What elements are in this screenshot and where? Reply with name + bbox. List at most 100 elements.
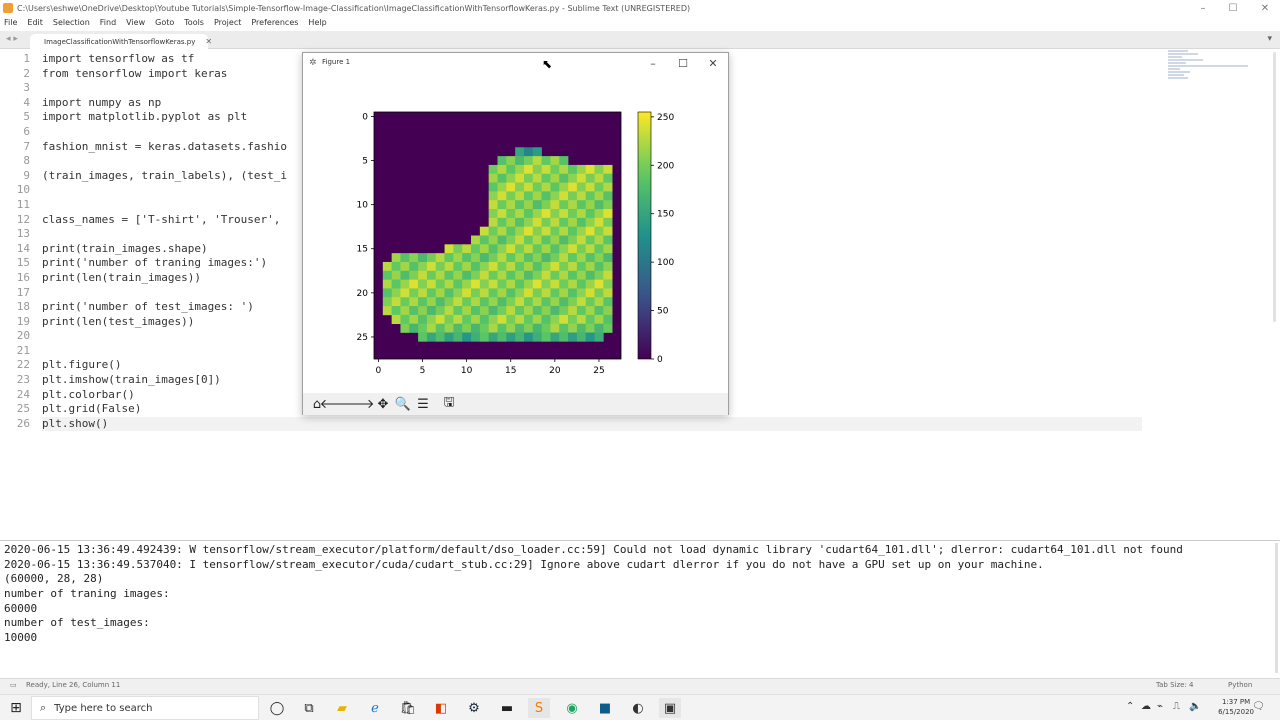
close-button[interactable]: ✕ [1250,0,1280,16]
heatmap-cell [568,217,578,227]
windows-start-icon[interactable]: ⊞ [6,700,26,716]
heatmap-cell [594,314,604,325]
notifications-icon[interactable]: 🗨 [1252,701,1265,712]
figure-titlebar[interactable]: ✲ Figure 1 – ☐ ✕ [303,53,728,73]
heatmap-plot[interactable]: 0 5 10 15 20 250510152025050100150200250 [303,73,728,393]
heatmap-cell [559,235,569,245]
heatmap-cell [550,217,560,227]
console-scrollbar[interactable] [1275,543,1278,673]
line-number: 18 [16,300,30,314]
tab-dropdown-icon[interactable]: ▾ [1267,34,1272,44]
minimize-button[interactable]: – [1188,0,1218,16]
heatmap-cell [497,253,507,263]
pan-icon[interactable]: ✥ [373,394,393,414]
status-tab-size[interactable]: Tab Size: 4 [1156,681,1193,689]
menu-tools[interactable]: Tools [184,18,204,27]
volume-icon[interactable]: 🔈 [1189,701,1201,712]
menu-project[interactable]: Project [214,18,241,27]
edge-browser-icon[interactable]: ℯ [364,698,386,718]
menu-preferences[interactable]: Preferences [251,18,298,27]
heatmap-cell [479,244,489,254]
x-tick-label: 0 [376,366,382,376]
heatmap-cell [506,200,516,210]
figure-minimize-button[interactable]: – [638,54,668,72]
menu-view[interactable]: View [126,18,145,27]
heatmap-cell [488,191,498,201]
tab-nav-arrows-icon[interactable]: ◂ ▸ [6,34,18,44]
heatmap-cell [559,200,569,210]
heatmap-cell [541,270,551,280]
tab-close-icon[interactable]: ✕ [205,37,212,46]
chrome-icon[interactable]: ◉ [561,698,583,718]
heatmap-cell [471,270,481,280]
onedrive-icon[interactable]: ☁ [1141,701,1151,712]
heatmap-cell [497,279,507,289]
line-number: 1 [23,52,30,65]
code-line[interactable]: plt.show() [42,416,1142,432]
heatmap-cell [400,306,410,316]
maximize-button[interactable]: ☐ [1218,0,1248,16]
heatmap-cell [479,288,489,298]
menu-selection[interactable]: Selection [53,18,90,27]
menu-edit[interactable]: Edit [27,18,43,27]
console-line: number of test_images: [4,616,150,630]
status-panel-icon[interactable]: ▭ [10,681,17,689]
heatmap-cell [585,332,595,342]
heatmap-cell [400,279,410,289]
heatmap-cell [550,288,560,298]
store-icon[interactable]: 🛍 [397,698,419,718]
save-icon[interactable]: 🖫 [439,394,459,414]
console-line: (60000, 28, 28) [4,572,104,586]
zoom-icon[interactable]: 🔍 [393,394,413,414]
window-title: C:\Users\eshwe\OneDrive\Desktop\Youtube … [17,3,691,13]
heatmap-cell [541,253,551,263]
system-clock[interactable]: 1:37 PM 6/15/2020 [1218,697,1254,717]
heatmap-cell [532,226,542,236]
sublime-text-taskbar-icon[interactable]: S [528,698,550,718]
file-explorer-icon[interactable]: ▰ [331,698,353,718]
heatmap-cell [603,173,613,183]
heatmap-cell [568,261,578,272]
figure-maximize-button[interactable]: ☐ [668,54,698,72]
python-figure-taskbar-icon[interactable]: ▣ [659,698,681,718]
build-output-console[interactable]: 2020-06-15 13:36:49.492439: W tensorflow… [0,540,1280,676]
taskbar-search-box[interactable]: ⌕ Type here to search [31,696,259,720]
menu-find[interactable]: Find [100,18,116,27]
menu-file[interactable]: File [4,18,17,27]
matplotlib-figure-window[interactable]: ✲ Figure 1 – ☐ ✕ 0 5 10 15 20 25 0 5 10 15 20 25 0 50… [302,52,729,415]
line-number: 9 [23,168,30,182]
office-icon[interactable]: ◧ [430,698,452,718]
heatmap-cell [462,288,472,298]
file-tab[interactable]: ImageClassificationWithTensorflowKeras.p… [30,34,212,49]
line-number: 7 [23,139,30,153]
menu-goto[interactable]: Goto [155,18,174,27]
minimap[interactable] [1168,50,1268,100]
menu-help[interactable]: Help [308,18,326,27]
figure-close-button[interactable]: ✕ [698,54,728,72]
heatmap-cell [435,261,445,272]
usb-icon[interactable]: ⌁ [1157,701,1163,712]
heatmap-cell [497,209,507,219]
tray-chevron-icon[interactable]: ⌃ [1126,701,1134,712]
heatmap-cell [568,182,578,192]
configure-subplots-icon[interactable]: ☰ [413,394,433,414]
task-view-icon[interactable]: ⧉ [298,698,320,718]
app2-taskbar-icon[interactable]: ◐ [627,698,649,718]
forward-arrow-icon[interactable]: 🡒 [340,394,375,414]
terminal-icon[interactable]: ▬ [496,698,518,718]
editor-scrollbar[interactable] [1273,52,1276,322]
app-taskbar-icon[interactable]: ■ [594,698,616,718]
heatmap-cell [382,270,392,280]
steam-icon[interactable]: ⚙ [463,698,485,718]
heatmap-cell [594,244,604,254]
heatmap-cell [576,182,587,192]
line-number: 22 [16,358,30,372]
heatmap-cell [532,270,542,280]
heatmap-cell [541,226,551,236]
cortana-icon[interactable]: ◯ [266,698,288,718]
network-icon[interactable]: ⎍ [1173,701,1180,712]
colorbar-tick-label: 50 [657,307,669,317]
status-syntax[interactable]: Python [1228,681,1252,689]
heatmap-cell [603,226,613,236]
heatmap-cell [497,323,507,333]
